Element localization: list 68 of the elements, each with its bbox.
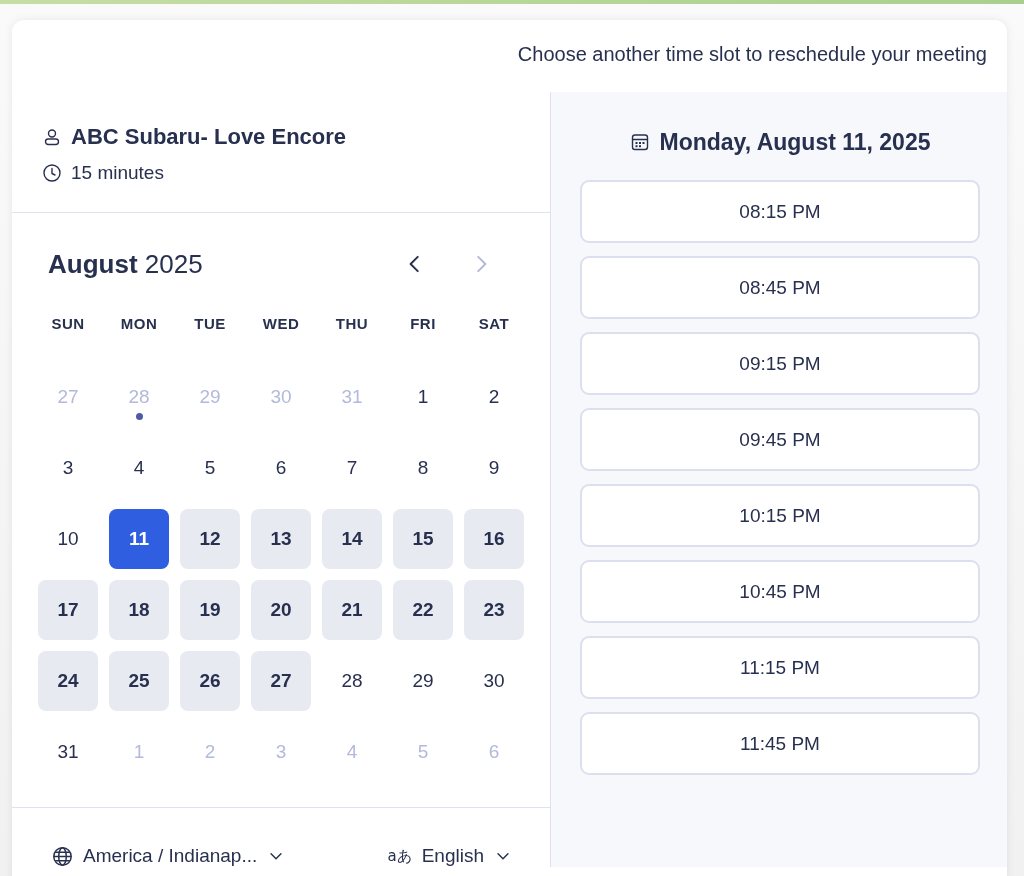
day-number: 27 [56,385,80,409]
day-number: 4 [345,740,359,764]
day-number: 1 [416,385,430,409]
meeting-title: ABC Subaru- Love Encore [71,124,347,150]
day-number: 2 [487,385,501,409]
time-slot-button[interactable]: 09:15 PM [580,332,980,395]
clock-icon [42,163,62,183]
meeting-duration: 15 minutes [71,162,164,184]
calendar-day[interactable]: 25 [109,651,169,711]
time-slot-button[interactable]: 10:45 PM [580,560,980,623]
calendar-day[interactable]: 26 [180,651,240,711]
month-year-title: August 2025 [48,248,203,280]
selected-date-title: Monday, August 11, 2025 [659,128,931,156]
weekday-label: TUE [193,315,227,334]
day-number: 30 [482,669,506,693]
calendar-day[interactable]: 24 [38,651,98,711]
language-dropdown[interactable]: aあ English [387,845,512,867]
day-number: 28 [127,385,151,409]
day-number: 6 [274,456,288,480]
day-number: 6 [487,740,501,764]
day-number: 5 [203,456,217,480]
calendar-day[interactable]: 13 [251,509,311,569]
weekday-label: SAT [477,315,511,334]
calendar-day[interactable]: 23 [464,580,524,640]
day-number: 30 [269,385,293,409]
calendar-day[interactable]: 14 [322,509,382,569]
day-number: 1 [132,740,146,764]
calendar-day[interactable]: 15 [393,509,453,569]
calendar-day[interactable]: 18 [109,580,169,640]
day-number: 28 [340,669,364,693]
day-number: 29 [198,385,222,409]
calendar-day[interactable]: 27 [251,651,311,711]
reschedule-instruction: Choose another time slot to reschedule your meeting [517,42,987,66]
weekday-label: FRI [409,315,437,334]
day-number: 31 [56,740,80,764]
time-slot-button[interactable]: 11:15 PM [580,636,980,699]
calendar-icon [629,132,650,152]
calendar-day[interactable]: 22 [393,580,453,640]
day-number: 5 [416,740,430,764]
day-number: 8 [416,456,430,480]
day-number: 2 [203,740,217,764]
globe-icon [52,845,73,867]
person-icon [42,127,62,147]
calendar-day[interactable]: 11 [109,509,169,569]
timezone-dropdown[interactable]: America / Indianap... [52,845,286,867]
time-slot-button[interactable]: 08:15 PM [580,180,980,243]
calendar-day[interactable]: 16 [464,509,524,569]
time-slot-button[interactable]: 11:45 PM [580,712,980,775]
weekday-label: THU [334,315,370,334]
calendar-day[interactable]: 19 [180,580,240,640]
day-number: 7 [345,456,359,480]
calendar-day[interactable]: 21 [322,580,382,640]
calendar-day[interactable]: 12 [180,509,240,569]
weekday-label: SUN [50,315,86,334]
calendar-day[interactable]: 20 [251,580,311,640]
calendar-day[interactable]: 17 [38,580,98,640]
time-slot-button[interactable]: 08:45 PM [580,256,980,319]
day-number: 10 [56,527,80,551]
weekday-label: MON [119,315,159,334]
time-slot-button[interactable]: 09:45 PM [580,408,980,471]
day-number: 9 [487,456,501,480]
day-number: 4 [132,456,146,480]
day-number: 31 [340,385,364,409]
time-slot-button[interactable]: 10:15 PM [580,484,980,547]
day-number: 3 [61,456,75,480]
day-number: 3 [274,740,288,764]
weekday-label: WED [261,315,301,334]
day-number: 29 [411,669,435,693]
